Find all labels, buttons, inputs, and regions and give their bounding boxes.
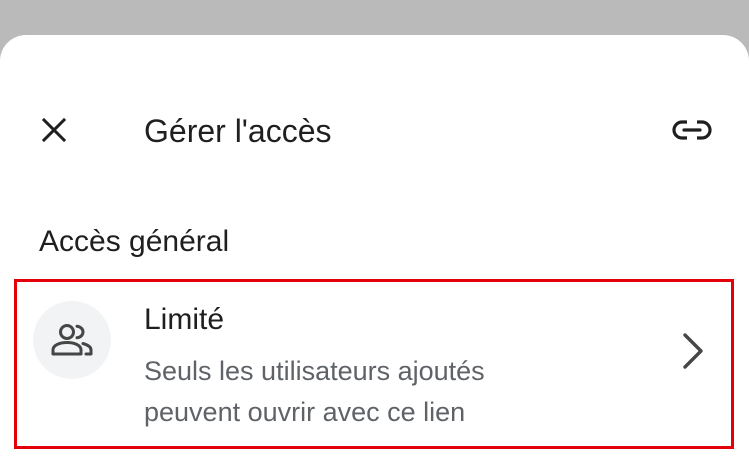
close-button[interactable] <box>30 106 78 154</box>
manage-access-sheet: Gérer l'accès Accès général Limité Seuls… <box>0 35 749 471</box>
general-access-option[interactable]: Limité Seuls les utilisateurs ajoutés pe… <box>14 279 734 449</box>
access-level-description-line-1: Seuls les utilisateurs ajoutés <box>144 356 485 386</box>
access-level-description: Seuls les utilisateurs ajoutés peuvent o… <box>144 351 614 433</box>
link-icon <box>672 120 712 140</box>
close-icon <box>41 117 67 143</box>
chevron-right-icon <box>675 330 711 372</box>
copy-link-button[interactable] <box>668 106 716 154</box>
access-level-title: Limité <box>144 303 225 336</box>
people-icon-badge <box>33 301 111 379</box>
page-title: Gérer l'accès <box>144 113 332 149</box>
access-level-description-line-2: peuvent ouvrir avec ce lien <box>144 397 466 427</box>
general-access-heading: Accès général <box>39 225 230 258</box>
people-icon <box>51 324 93 356</box>
